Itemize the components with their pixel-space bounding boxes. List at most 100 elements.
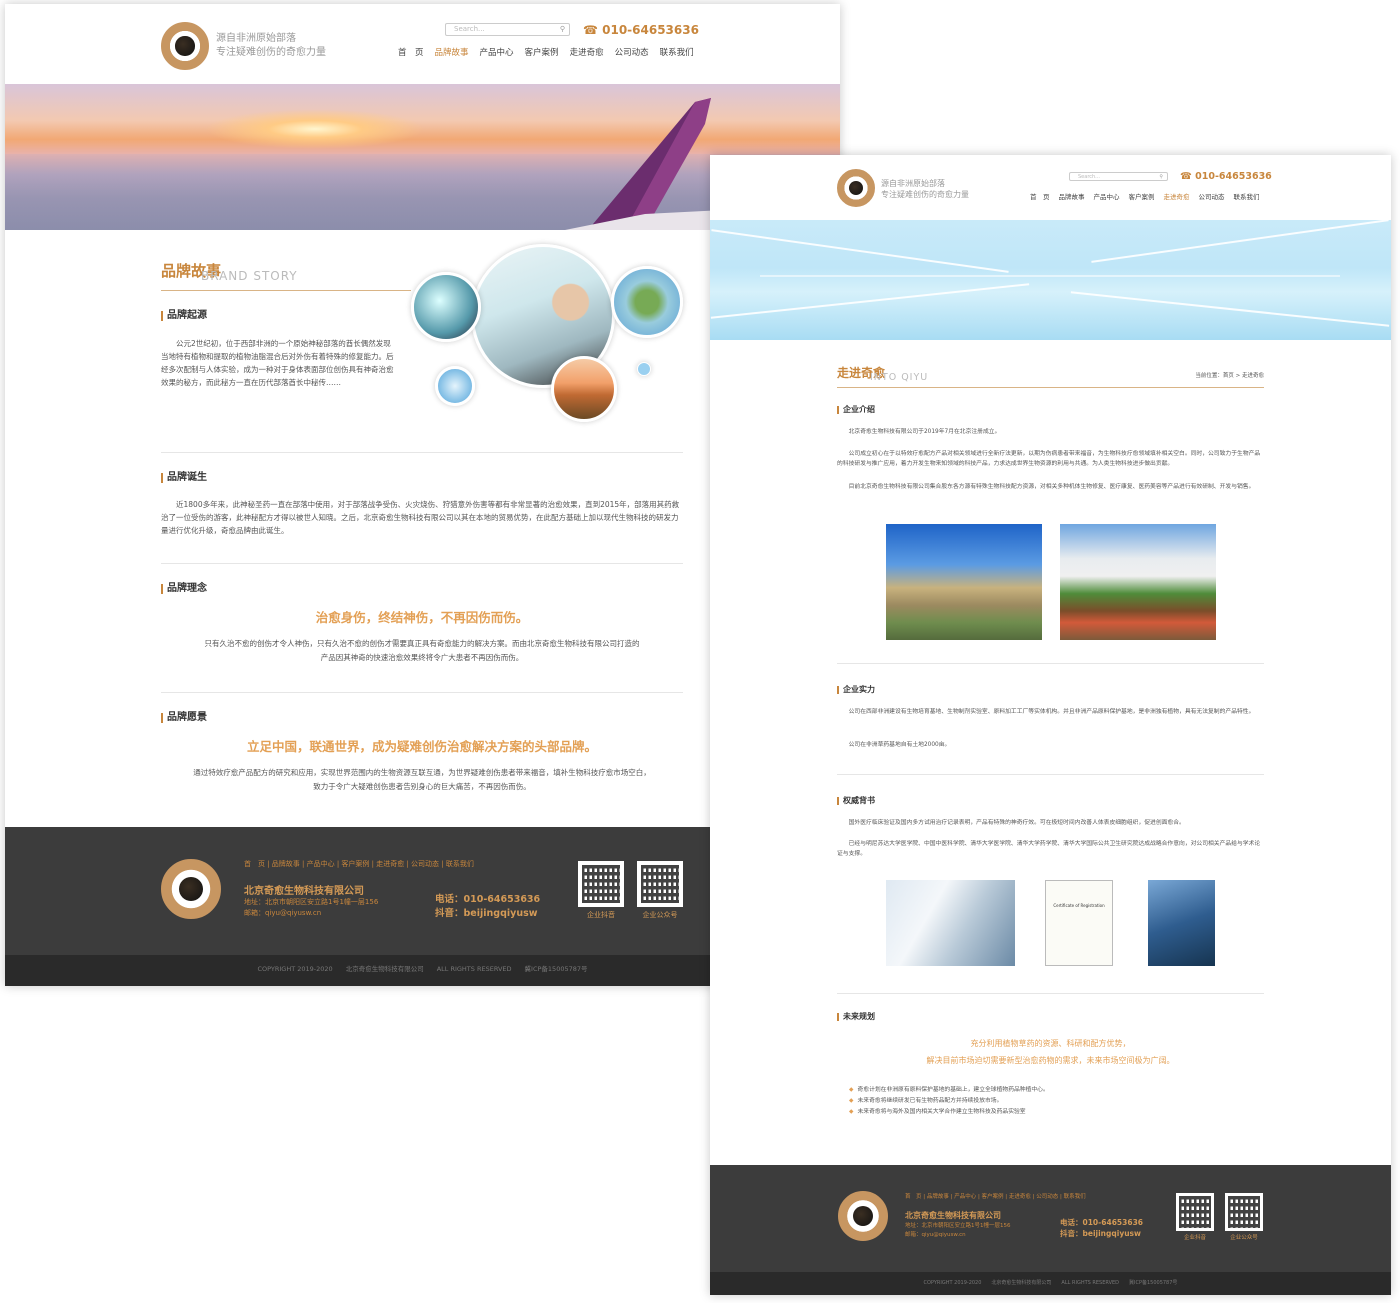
main-nav: 首 页 品牌故事 产品中心 客户案例 走进奇愈 公司动态 联系我们 <box>1030 191 1260 201</box>
nav-item-cases[interactable]: 客户案例 <box>1129 191 1155 201</box>
qr-caption-wechat: 企业公众号 <box>642 911 678 919</box>
nav-item-about[interactable]: 走进奇愈 <box>1164 191 1190 201</box>
future-bullet-2: 未来奇愈将继续研发已有生物药品配方并持续投放市场。 <box>849 1095 1002 1104</box>
phone-icon: ☎ <box>583 23 603 37</box>
future-bullet-3: 未来奇愈将与海外及国内相关大学合作建立生物科技及药品实验室 <box>849 1106 1025 1115</box>
slogan-line-2: 专注疑难创伤的奇愈力量 <box>216 46 326 58</box>
office-building-photo <box>886 524 1042 640</box>
nav-item-products[interactable]: 产品中心 <box>480 46 514 58</box>
light-streak <box>711 229 1009 273</box>
nav-item-contact[interactable]: 联系我们 <box>1234 191 1260 201</box>
heading-future: 未来规划 <box>837 1013 875 1021</box>
footer-tel: 电话：010-64653636 <box>1060 1218 1144 1227</box>
light-streak <box>760 275 1340 277</box>
nav-item-products[interactable]: 产品中心 <box>1094 191 1120 201</box>
phone-icon: ☎ <box>1180 171 1196 182</box>
divider <box>837 663 1264 664</box>
footer-contact: 地址：北京市朝阳区安立路1号1幢一层156 邮箱：qiyu@qiyusw.cn <box>905 1222 1011 1240</box>
title-underline <box>837 387 1264 388</box>
footer-email: 邮箱：qiyu@qiyusw.cn <box>244 909 322 918</box>
search-icon[interactable]: ⚲ <box>560 24 565 35</box>
blue-liquid-image <box>435 366 475 406</box>
heading-vision: 品牌愿景 <box>161 713 207 723</box>
section-title-brand-en: BRAND STORY <box>201 269 298 283</box>
nav-item-home[interactable]: 首 页 <box>1030 191 1050 201</box>
strength-paragraph-2: 公司在非洲草药基地自有土地2000亩。 <box>848 742 951 748</box>
footer-phone: 电话：010-64653636 抖音：beijingqiyusw <box>1060 1218 1143 1240</box>
certificate-title: Certificate of Registration <box>1053 903 1105 908</box>
footer-nav[interactable]: 首 页 | 品牌故事 | 产品中心 | 客户案例 | 走进奇愈 | 公司动态 |… <box>905 1192 1086 1200</box>
logo-emblem-icon <box>178 876 204 902</box>
header-phone: ☎ 010-64653636 <box>583 23 699 37</box>
search-input[interactable]: Search... ⚲ <box>445 23 570 36</box>
paragraph-origin: 公元2世纪初，位于西部非洲的一个原始神秘部落的酋长偶然发现当地特有植物和提取的植… <box>161 339 394 388</box>
copyright-bar: COPYRIGHT 2019-2020 北京奇愈生物科技有限公司 ALL RIG… <box>710 1272 1391 1295</box>
title-underline <box>161 290 411 291</box>
vision-slogan: 立足中国，联通世界，成为疑难创伤治愈解决方案的头部品牌。 <box>246 739 597 754</box>
site-header: 源自非洲原始部落 专注疑难创伤的奇愈力量 Search... ⚲ ☎ 010-6… <box>5 4 840 84</box>
nav-item-news[interactable]: 公司动态 <box>615 46 649 58</box>
footer-email: 邮箱：qiyu@qiyusw.cn <box>905 1231 966 1238</box>
divider <box>837 774 1264 775</box>
nav-item-brand[interactable]: 品牌故事 <box>435 46 469 58</box>
intro-paragraph-1: 北京奇愈生物科技有限公司于2019年7月在北京注册成立。 <box>848 429 1001 435</box>
crystals-image <box>411 272 481 342</box>
heading-strength: 企业实力 <box>837 686 875 694</box>
future-bullet-1: 奇愈计划在非洲原有原料保护基地的基础上，建立全球植物药品种植中心。 <box>849 1084 1048 1093</box>
footer-company-name: 北京奇愈生物科技有限公司 <box>244 886 364 897</box>
header-phone: ☎ 010-64653636 <box>1180 171 1272 182</box>
nav-item-cases[interactable]: 客户案例 <box>525 46 559 58</box>
search-placeholder: Search... <box>454 25 485 33</box>
header-slogan: 源自非洲原始部落 专注疑难创伤的奇愈力量 <box>216 32 326 59</box>
section-title-about-en: INTO QIYU <box>870 372 929 383</box>
site-header: 源自非洲原始部落 专注疑难创伤的奇愈力量 Search... ⚲ ☎ 010-6… <box>710 155 1391 220</box>
footer-logo[interactable] <box>161 859 221 919</box>
footer-nav[interactable]: 首 页 | 品牌故事 | 产品中心 | 客户案例 | 走进奇愈 | 公司动态 |… <box>244 859 474 869</box>
endorse-paragraph-2: 已经与明尼苏达大学医学院、中国中医科学院、清华大学医学院、清华大学药学院、清华大… <box>837 841 1261 858</box>
footer-logo[interactable] <box>838 1191 888 1241</box>
heading-origin: 品牌起源 <box>161 311 207 321</box>
nav-item-home[interactable]: 首 页 <box>398 46 424 58</box>
footer-address: 地址：北京市朝阳区安立路1号1幢一层156 <box>905 1223 1011 1229</box>
blue-dot-decoration <box>637 362 651 376</box>
douyin-qr-code <box>578 861 624 907</box>
heading-endorsement: 权威背书 <box>837 797 875 805</box>
logo[interactable] <box>161 22 209 70</box>
heading-intro: 企业介绍 <box>837 406 875 414</box>
intro-paragraph-3: 目前北京奇愈生物科技有限公司集合股东各方源有特殊生物科技配方资源，对相关多种机体… <box>848 484 1255 490</box>
idea-paragraph-2: 产品因其神奇的快速治愈效果终将令广大患者不再因伤而伤。 <box>320 653 524 662</box>
certificate-photo: Certificate of Registration <box>1045 880 1113 966</box>
lab-scientist-photo <box>886 880 1015 966</box>
intro-paragraph-2: 公司成立初心在于以特效疗愈配方产品对相关领域进行全新疗法更新，以期为伤病患者带来… <box>837 451 1261 468</box>
nav-item-about[interactable]: 走进奇愈 <box>570 46 604 58</box>
site-footer: 首 页 | 品牌故事 | 产品中心 | 客户案例 | 走进奇愈 | 公司动态 |… <box>710 1165 1391 1272</box>
slogan-line-2: 专注疑难创伤的奇愈力量 <box>881 189 969 199</box>
heading-birth: 品牌诞生 <box>161 473 207 483</box>
plant-image <box>611 266 683 338</box>
footer-douyin: 抖音：beijingqiyusw <box>435 907 538 919</box>
paragraph-birth: 近1800多年来，此神秘圣药一直在部落中使用，对于部落战争受伤、火灾烧伤、狩猎意… <box>161 500 680 536</box>
search-placeholder: Search... <box>1078 174 1100 180</box>
slogan-line-1: 源自非洲原始部落 <box>216 33 296 44</box>
wechat-qr-code <box>1225 1193 1263 1231</box>
nav-item-brand[interactable]: 品牌故事 <box>1059 191 1085 201</box>
divider <box>161 563 683 564</box>
search-input[interactable]: Search... ⚲ <box>1069 172 1168 181</box>
phone-number: 010-64653636 <box>602 23 699 37</box>
divider <box>837 993 1264 994</box>
nav-item-news[interactable]: 公司动态 <box>1199 191 1225 201</box>
footer-address: 地址：北京市朝阳区安立路1号1幢一层156 <box>244 898 379 906</box>
qr-caption-wechat: 企业公众号 <box>1230 1235 1258 1241</box>
hero-banner-speed <box>710 220 1391 340</box>
logo[interactable] <box>837 169 875 207</box>
wechat-qr-code <box>637 861 683 907</box>
idea-paragraph-1: 只有久治不愈的创伤才令人神伤，只有久治不愈的创伤才需要真正具有奇愈能力的解决方案… <box>204 639 640 648</box>
search-icon[interactable]: ⚲ <box>1159 173 1163 181</box>
nav-item-contact[interactable]: 联系我们 <box>660 46 694 58</box>
breadcrumb[interactable]: 当前位置：首页 > 走进奇愈 <box>1184 372 1264 382</box>
logo-emblem-icon <box>175 36 195 56</box>
light-streak <box>1091 220 1389 263</box>
divider <box>161 452 683 453</box>
footer-contact: 地址：北京市朝阳区安立路1号1幢一层156 邮箱：qiyu@qiyusw.cn <box>244 897 378 919</box>
slogan-line-1: 源自非洲原始部落 <box>881 179 945 188</box>
